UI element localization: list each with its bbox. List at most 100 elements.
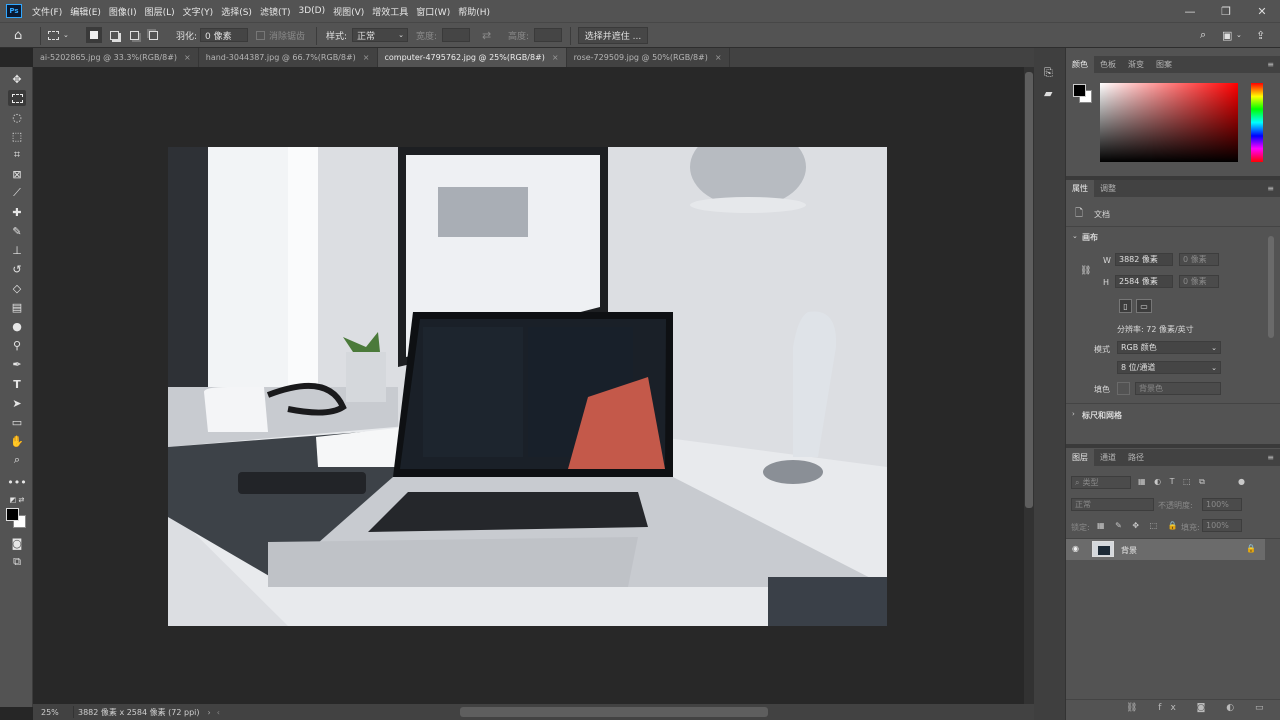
intersect-selection-icon[interactable] (145, 27, 161, 43)
saturation-field[interactable] (1100, 83, 1238, 162)
layer-lock-icon[interactable]: 🔒 (1246, 544, 1256, 553)
pen-icon[interactable]: ✒ (8, 356, 26, 372)
swap-colors-icon[interactable]: ◩ ⇄ (8, 492, 26, 508)
document-image[interactable] (168, 147, 887, 626)
canvas-y-input[interactable]: 0 像素 (1179, 275, 1219, 288)
close-tab-icon[interactable]: × (184, 53, 191, 62)
lock-options-icons[interactable]: ▦ ✎ ✥ ⬚ 🔒 (1097, 521, 1182, 530)
eraser-icon[interactable]: ◇ (8, 280, 26, 296)
close-tab-icon[interactable]: × (552, 53, 559, 62)
rectangular-marquee-icon[interactable] (8, 90, 26, 106)
subtract-selection-icon[interactable] (126, 27, 142, 43)
panel-menu-icon[interactable]: ≡ (1261, 180, 1280, 197)
canvas-section-title[interactable]: 画布 (1082, 232, 1098, 243)
eyedropper-icon[interactable]: ⟋ (8, 185, 26, 201)
zoom-icon[interactable]: ⌕ (8, 452, 26, 468)
layer-actions-icons[interactable]: ⛓ fx ◙ ◐ ▭ ⊞ 🗑 (1126, 703, 1280, 713)
close-window-icon[interactable]: ✕ (1244, 0, 1280, 22)
layer-filter-select[interactable]: ⌕ 类型 (1071, 476, 1131, 489)
opacity-input[interactable]: 100% (1202, 498, 1242, 511)
menu-image[interactable]: 图像(I) (105, 5, 141, 18)
menu-3d[interactable]: 3D(D) (294, 6, 329, 16)
select-and-mask-button[interactable]: 选择并遮住 ... (578, 27, 648, 44)
tab-ai[interactable]: ai-5202865.jpg @ 33.3%(RGB/8#) × (33, 48, 199, 67)
share-icon[interactable]: ⇪ (1256, 27, 1265, 43)
tab-channels[interactable]: 通道 (1094, 449, 1122, 466)
bit-depth-select[interactable]: 8 位/通道 ⌄ (1117, 361, 1221, 374)
canvas-width-input[interactable]: 3882 像素 (1115, 253, 1173, 266)
menu-layer[interactable]: 图层(L) (141, 5, 179, 18)
history-brush-icon[interactable]: ↺ (8, 261, 26, 277)
width-input[interactable] (442, 28, 470, 42)
tab-rose[interactable]: rose-729509.jpg @ 50%(RGB/8#) × (567, 48, 730, 67)
menu-type[interactable]: 文字(Y) (179, 5, 218, 18)
quick-mask-icon[interactable]: ◙ (8, 535, 26, 551)
more-tools-icon[interactable]: ••• (7, 474, 26, 490)
hue-slider[interactable] (1251, 83, 1263, 162)
portrait-orientation-icon[interactable]: ▯ (1119, 299, 1132, 313)
fill-color-swatch[interactable] (1117, 382, 1130, 395)
menu-file[interactable]: 文件(F) (28, 5, 66, 18)
link-dimensions-icon[interactable]: ⛓ (1080, 266, 1091, 276)
menu-help[interactable]: 帮助(H) (454, 5, 494, 18)
tab-adjustments[interactable]: 调整 (1094, 180, 1122, 197)
tab-layers[interactable]: 图层 (1066, 449, 1094, 466)
layer-row-background[interactable]: ◉ 背景 🔒 (1066, 539, 1265, 560)
move-tool-icon[interactable]: ✥ (8, 71, 26, 87)
fill-opacity-input[interactable]: 100% (1202, 519, 1242, 532)
properties-scroll-thumb[interactable] (1268, 236, 1274, 338)
chevron-down-icon[interactable]: ⌄ (1236, 27, 1242, 43)
marquee-preset-icon[interactable]: ⌄ (48, 27, 69, 43)
swap-icon[interactable]: ⇄ (482, 27, 491, 43)
frame-icon[interactable]: ⊠ (8, 166, 26, 182)
tab-patterns[interactable]: 图案 (1150, 56, 1178, 73)
comments-panel-icon[interactable]: ▰ (1044, 87, 1052, 100)
menu-window[interactable]: 窗口(W) (412, 5, 454, 18)
blend-mode-select[interactable]: 正常 (1071, 498, 1154, 511)
minimize-icon[interactable]: — (1172, 0, 1208, 22)
rulers-grids-section-title[interactable]: 标尺和网格 (1082, 410, 1122, 421)
clone-stamp-icon[interactable]: ⊥ (8, 242, 26, 258)
menu-plugins[interactable]: 增效工具 (368, 5, 412, 18)
canvas-height-input[interactable]: 2584 像素 (1115, 275, 1173, 288)
menu-view[interactable]: 视图(V) (329, 5, 368, 18)
horizontal-scroll-thumb[interactable] (460, 707, 768, 717)
height-input[interactable] (534, 28, 562, 42)
object-selection-icon[interactable]: ⬚ (8, 128, 26, 144)
vertical-scroll-thumb[interactable] (1025, 72, 1033, 508)
tab-color[interactable]: 颜色 (1066, 56, 1094, 73)
zoom-level[interactable]: 25% (41, 708, 69, 717)
gradient-icon[interactable]: ▤ (8, 299, 26, 315)
menu-filter[interactable]: 滤镜(T) (256, 5, 295, 18)
canvas-x-input[interactable]: 0 像素 (1179, 253, 1219, 266)
fg-color-swatch[interactable] (1073, 84, 1086, 97)
blur-icon[interactable]: ● (8, 318, 26, 334)
landscape-orientation-icon[interactable]: ▭ (1136, 299, 1152, 313)
crop-icon[interactable]: ⌗ (8, 147, 26, 163)
layer-filter-icons[interactable]: ▦ ◐ T ⬚ ⧉ (1138, 477, 1208, 487)
brush-icon[interactable]: ✎ (8, 223, 26, 239)
style-select[interactable]: 正常 ⌄ (352, 28, 408, 42)
search-icon[interactable]: ⌕ (1200, 27, 1206, 43)
rectangle-icon[interactable]: ▭ (8, 414, 26, 430)
healing-brush-icon[interactable]: ✚ (8, 204, 26, 220)
lasso-icon[interactable]: ◌ (8, 109, 26, 125)
chevron-down-icon[interactable]: ⌄ (1072, 232, 1078, 240)
chevron-right-icon[interactable]: › (1072, 410, 1075, 418)
chevron-left-icon[interactable]: ‹ (217, 708, 220, 717)
tab-hand[interactable]: hand-3044387.jpg @ 66.7%(RGB/8#) × (199, 48, 378, 67)
filter-toggle-icon[interactable]: ● (1238, 477, 1245, 486)
layer-name[interactable]: 背景 (1121, 545, 1137, 556)
new-selection-icon[interactable] (86, 27, 102, 43)
close-tab-icon[interactable]: × (715, 53, 722, 62)
status-menu-arrow[interactable]: › (208, 708, 211, 717)
dodge-icon[interactable]: ⚲ (8, 337, 26, 353)
antialias-checkbox[interactable]: 消除锯齿 (256, 27, 305, 43)
tab-swatches[interactable]: 色板 (1094, 56, 1122, 73)
visibility-eye-icon[interactable]: ◉ (1072, 544, 1079, 553)
type-tool-icon[interactable]: T (8, 376, 26, 392)
feather-input[interactable]: 0 像素 (200, 28, 248, 42)
color-mode-select[interactable]: RGB 颜色 ⌄ (1117, 341, 1221, 354)
tab-properties[interactable]: 属性 (1066, 180, 1094, 197)
path-selection-icon[interactable]: ➤ (8, 395, 26, 411)
